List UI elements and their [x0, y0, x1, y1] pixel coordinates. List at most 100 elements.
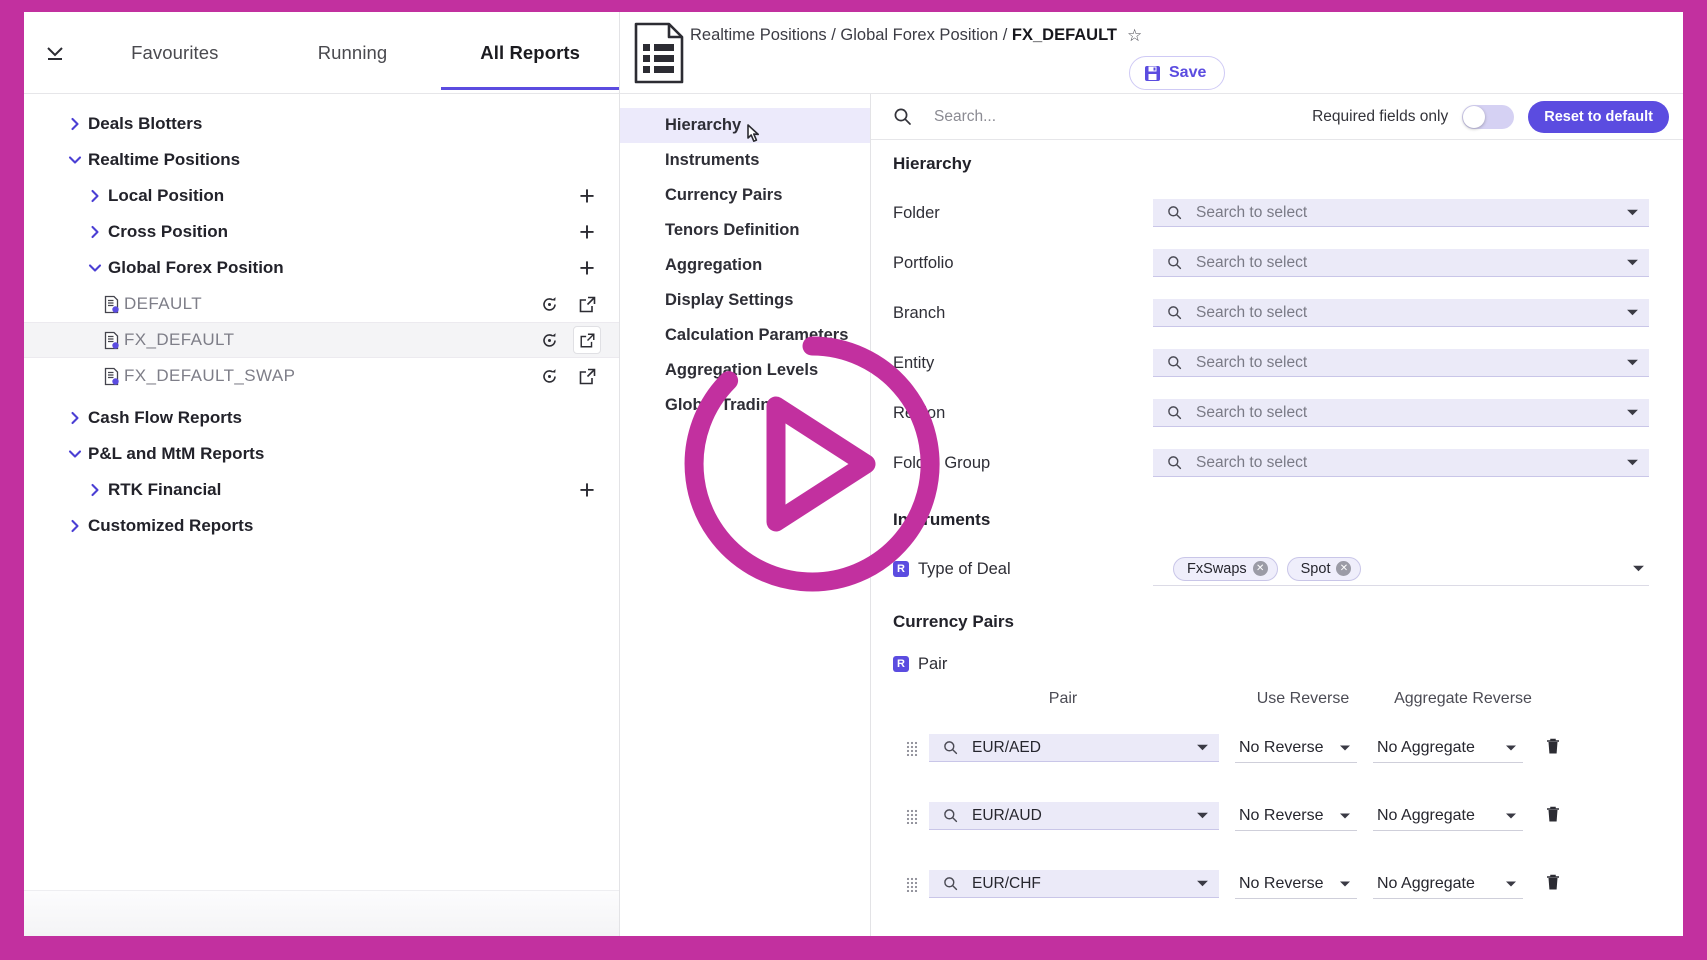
tree-report-fx-default-swap[interactable]: FX_DEFAULT_SWAP: [24, 358, 619, 394]
chevron-right-icon[interactable]: [82, 477, 108, 503]
reset-to-default-button[interactable]: Reset to default: [1528, 100, 1669, 133]
chevron-right-icon[interactable]: [62, 405, 88, 431]
required-fields-toggle[interactable]: [1462, 104, 1515, 129]
required-fields-label: Required fields only: [1312, 107, 1449, 125]
nav-item-tenors-definition[interactable]: Tenors Definition: [620, 213, 870, 248]
refresh-report-button[interactable]: [535, 326, 563, 354]
delete-row-button[interactable]: [1545, 873, 1561, 896]
add-report-button[interactable]: +: [573, 182, 601, 210]
use-reverse-select[interactable]: No Reverse: [1235, 869, 1357, 899]
required-badge-icon: R: [893, 656, 909, 672]
chevron-down-icon: [1340, 745, 1350, 750]
search-icon: [1168, 356, 1182, 370]
sidebar-tabbar: Favourites Running All Reports: [24, 12, 619, 94]
tab-favourites[interactable]: Favourites: [86, 16, 264, 89]
tree-node-local-position[interactable]: Local Position +: [24, 178, 619, 214]
chevron-down-icon[interactable]: [82, 255, 108, 281]
report-file-icon: [98, 327, 124, 353]
type-of-deal-multiselect[interactable]: FxSwaps ✕ Spot ✕: [1153, 552, 1649, 586]
tree-node-pl-mtm-reports[interactable]: P&L and MtM Reports: [24, 436, 619, 472]
drag-handle-icon[interactable]: [893, 741, 929, 756]
chevron-down-bar-icon: [47, 46, 63, 60]
use-reverse-value: No Reverse: [1239, 738, 1324, 756]
nav-item-global-trading[interactable]: Global Trading: [620, 388, 870, 423]
refresh-report-button[interactable]: [535, 290, 563, 318]
chevron-right-icon[interactable]: [82, 183, 108, 209]
search-input[interactable]: [926, 107, 1299, 126]
tree-node-label: FX_DEFAULT: [124, 330, 235, 349]
field-placeholder: Search to select: [1196, 353, 1308, 371]
nav-item-instruments[interactable]: Instruments: [620, 143, 870, 178]
collapse-panel-button[interactable]: [24, 42, 86, 64]
tree-node-label: Customized Reports: [88, 516, 254, 535]
table-row: EUR/AED No Reverse No Aggregate: [871, 714, 1683, 782]
pairs-table-header: Pair Use Reverse Aggregate Reverse: [871, 690, 1683, 708]
chevron-down-icon: [1627, 209, 1638, 216]
remove-chip-icon[interactable]: ✕: [1252, 561, 1268, 576]
pair-select[interactable]: EUR/CHF: [929, 870, 1219, 898]
portfolio-select[interactable]: Search to select: [1153, 249, 1649, 277]
field-row-pair: R Pair: [871, 646, 1683, 682]
nav-item-currency-pairs[interactable]: Currency Pairs: [620, 178, 870, 213]
pair-value: EUR/AED: [972, 738, 1041, 756]
nav-item-aggregation[interactable]: Aggregation: [620, 248, 870, 283]
pair-select[interactable]: EUR/AED: [929, 734, 1219, 762]
chevron-down-icon[interactable]: [62, 441, 88, 467]
chevron-down-icon[interactable]: [62, 147, 88, 173]
nav-item-calculation-parameters[interactable]: Calculation Parameters: [620, 318, 870, 353]
tree-node-customized-reports[interactable]: Customized Reports: [24, 508, 619, 544]
delete-row-button[interactable]: [1545, 737, 1561, 760]
pair-select[interactable]: EUR/AUD: [929, 802, 1219, 830]
open-report-button[interactable]: [573, 326, 601, 354]
drag-handle-icon[interactable]: [893, 809, 929, 824]
tree-node-cross-position[interactable]: Cross Position +: [24, 214, 619, 250]
add-report-button[interactable]: +: [573, 218, 601, 246]
tree-node-cash-flow-reports[interactable]: Cash Flow Reports: [24, 400, 619, 436]
field-label: Folder: [893, 203, 940, 222]
chevron-down-icon[interactable]: [1632, 562, 1645, 575]
chevron-down-icon: [1340, 813, 1350, 818]
chevron-right-icon[interactable]: [62, 513, 88, 539]
nav-item-display-settings[interactable]: Display Settings: [620, 283, 870, 318]
aggregate-reverse-select[interactable]: No Aggregate: [1373, 733, 1523, 763]
folder-select[interactable]: Search to select: [1153, 199, 1649, 227]
save-button[interactable]: Save: [1129, 56, 1226, 90]
nav-item-hierarchy[interactable]: Hierarchy: [620, 108, 870, 143]
add-report-button[interactable]: +: [573, 254, 601, 282]
chevron-right-icon[interactable]: [82, 219, 108, 245]
report-file-icon: [98, 291, 124, 317]
aggregate-reverse-select[interactable]: No Aggregate: [1373, 869, 1523, 899]
entity-select[interactable]: Search to select: [1153, 349, 1649, 377]
chip-fxswaps[interactable]: FxSwaps ✕: [1173, 556, 1278, 581]
open-report-button[interactable]: [573, 290, 601, 318]
use-reverse-select[interactable]: No Reverse: [1235, 801, 1357, 831]
plus-icon: +: [579, 474, 595, 505]
tree-node-rtk-financial[interactable]: RTK Financial +: [24, 472, 619, 508]
tree-report-fx-default[interactable]: FX_DEFAULT: [24, 322, 619, 358]
nav-item-aggregation-levels[interactable]: Aggregation Levels: [620, 353, 870, 388]
branch-select[interactable]: Search to select: [1153, 299, 1649, 327]
tree-node-deals-blotters[interactable]: Deals Blotters: [24, 106, 619, 142]
refresh-report-button[interactable]: [535, 362, 563, 390]
chip-spot[interactable]: Spot ✕: [1286, 556, 1362, 581]
open-report-button[interactable]: [573, 362, 601, 390]
add-report-button[interactable]: +: [573, 476, 601, 504]
drag-handle-icon[interactable]: [893, 877, 929, 892]
tab-running[interactable]: Running: [264, 16, 442, 89]
tree-report-default[interactable]: DEFAULT: [24, 286, 619, 322]
search-icon: [1168, 306, 1182, 320]
field-row-folder: Folder Search to select: [871, 188, 1683, 238]
plus-icon: +: [579, 252, 595, 283]
tree-node-label: Local Position: [108, 186, 225, 205]
star-outline-icon[interactable]: ☆: [1127, 26, 1142, 46]
region-select[interactable]: Search to select: [1153, 399, 1649, 427]
delete-row-button[interactable]: [1545, 805, 1561, 828]
aggregate-reverse-select[interactable]: No Aggregate: [1373, 801, 1523, 831]
folder-group-select[interactable]: Search to select: [1153, 449, 1649, 477]
tree-node-realtime-positions[interactable]: Realtime Positions: [24, 142, 619, 178]
chevron-right-icon[interactable]: [62, 111, 88, 137]
remove-chip-icon[interactable]: ✕: [1336, 561, 1352, 576]
tab-all-reports[interactable]: All Reports: [441, 16, 619, 90]
use-reverse-select[interactable]: No Reverse: [1235, 733, 1357, 763]
tree-node-global-forex-position[interactable]: Global Forex Position +: [24, 250, 619, 286]
